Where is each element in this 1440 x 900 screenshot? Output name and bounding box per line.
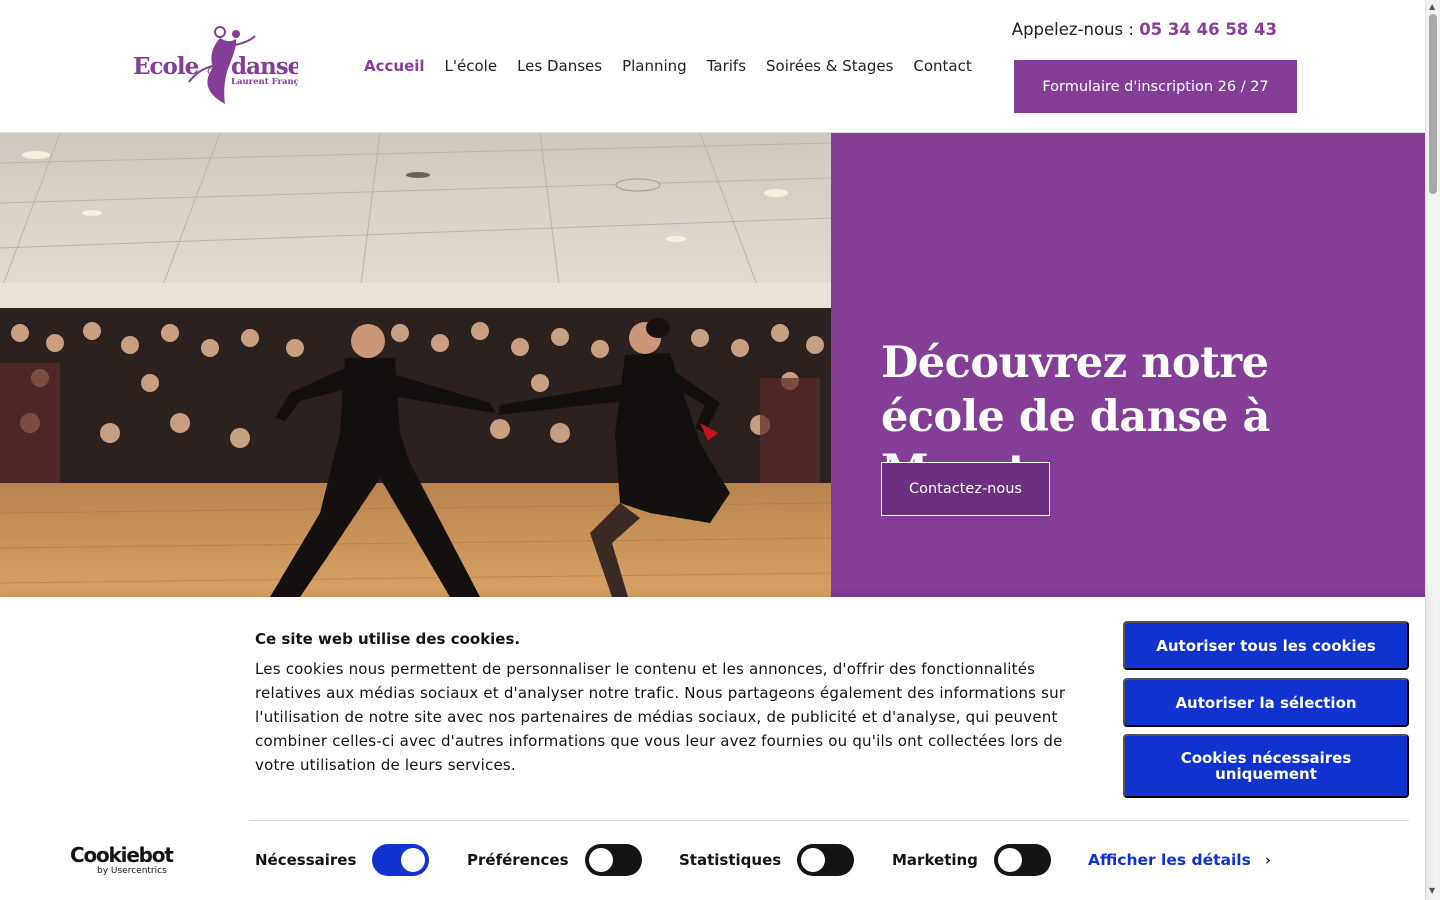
toggle-label-necessary: Nécessaires <box>255 851 357 869</box>
hero-panel: Découvrez notre école de danse à Muret C… <box>831 133 1425 597</box>
nav-contact[interactable]: Contact <box>913 57 971 75</box>
page-scrollbar[interactable]: ▲ ▼ <box>1425 0 1440 900</box>
necessary-switch[interactable] <box>372 844 430 876</box>
nav-ecole[interactable]: L'école <box>445 57 498 75</box>
phone-label: Appelez-nous : <box>1011 20 1140 39</box>
logo-main-text: Ecole <box>133 53 199 80</box>
logo-de-text: de <box>207 64 221 77</box>
toggle-label-preferences: Préférences <box>467 851 569 869</box>
nav-soirees-stages[interactable]: Soirées & Stages <box>766 57 893 75</box>
cookie-divider <box>249 820 1409 821</box>
cookie-banner: Ce site web utilise des cookies. Les coo… <box>0 597 1425 900</box>
site-header: Ecole de danse Laurent Françon Accueil L… <box>0 0 1425 133</box>
contact-us-button[interactable]: Contactez-nous <box>881 462 1050 516</box>
cookiebot-brand-name: Cookiebot <box>70 843 174 867</box>
cookie-description: Les cookies nous permettent de personnal… <box>255 660 1066 774</box>
phone-number[interactable]: 05 34 46 58 43 <box>1139 20 1277 39</box>
registration-form-button[interactable]: Formulaire d'inscription 26 / 27 <box>1014 60 1297 113</box>
scrollbar-thumb[interactable] <box>1429 14 1437 194</box>
main-nav: Accueil L'école Les Danses Planning Tari… <box>364 57 992 75</box>
toggle-label-marketing: Marketing <box>892 851 978 869</box>
switch-knob <box>997 848 1022 872</box>
show-details-link[interactable]: Afficher les détails › <box>1088 851 1271 869</box>
toggle-statistics: Statistiques <box>679 844 855 876</box>
statistics-switch[interactable] <box>797 844 855 876</box>
necessary-cookies-only-button[interactable]: Cookies nécessaires uniquement <box>1123 734 1409 798</box>
allow-selection-button[interactable]: Autoriser la sélection <box>1123 678 1409 727</box>
nav-accueil[interactable]: Accueil <box>364 57 425 75</box>
scroll-up-arrow-icon[interactable]: ▲ <box>1429 2 1435 11</box>
switch-knob <box>588 848 613 872</box>
nav-les-danses[interactable]: Les Danses <box>517 57 602 75</box>
switch-knob <box>801 848 826 872</box>
school-logo[interactable]: Ecole de danse Laurent Françon <box>133 26 298 108</box>
hero-photo-illustration <box>0 133 831 597</box>
switch-knob <box>401 848 426 872</box>
phone-contact: Appelez-nous : 05 34 46 58 43 <box>1012 20 1277 39</box>
cookiebot-brand-by: by Usercentrics <box>97 866 167 876</box>
allow-all-cookies-button[interactable]: Autoriser tous les cookies <box>1123 621 1409 670</box>
logo-sub-text: Laurent Françon <box>231 77 298 87</box>
toggle-preferences: Préférences <box>467 844 642 876</box>
chevron-right-icon: › <box>1264 851 1272 869</box>
toggle-necessary: Nécessaires <box>255 844 430 876</box>
logo-danse-text: danse <box>231 53 298 80</box>
marketing-switch[interactable] <box>993 844 1051 876</box>
nav-planning[interactable]: Planning <box>622 57 687 75</box>
toggle-label-statistics: Statistiques <box>679 851 782 869</box>
toggle-marketing: Marketing <box>892 844 1051 876</box>
cookiebot-logo[interactable]: Cookiebot by Usercentrics <box>70 844 175 878</box>
preferences-switch[interactable] <box>584 844 642 876</box>
cookie-title: Ce site web utilise des cookies. <box>255 630 521 648</box>
show-details-label: Afficher les détails <box>1088 851 1251 869</box>
hero-dance-photo <box>0 133 831 597</box>
scroll-down-arrow-icon[interactable]: ▼ <box>1429 886 1435 895</box>
nav-tarifs[interactable]: Tarifs <box>707 57 746 75</box>
